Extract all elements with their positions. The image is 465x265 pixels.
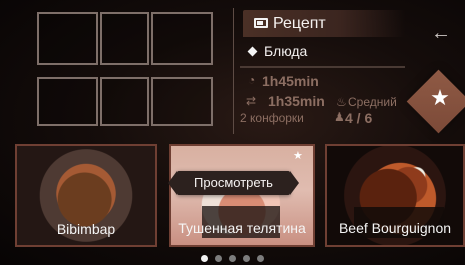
chef-hat-icon: ♨ xyxy=(336,95,347,109)
pagination-dot[interactable] xyxy=(243,255,250,262)
recipe-screen: Рецепт Блюда ← ◔ 1h45min ⇄ 1h35min ♨ Сре… xyxy=(0,0,465,265)
dishes-label: Блюда xyxy=(264,43,308,59)
diamond-icon xyxy=(247,46,258,56)
thumbnail-slot[interactable] xyxy=(100,12,149,65)
recipe-icon xyxy=(254,18,268,28)
cook-time-secondary: 1h35min xyxy=(268,93,325,109)
people-icon: ♟ xyxy=(334,110,345,124)
difficulty-label: Средний xyxy=(348,95,397,109)
timer-icon: ◔ xyxy=(248,73,256,87)
thumbnail-slot[interactable] xyxy=(151,77,213,126)
pagination-dot[interactable] xyxy=(215,255,222,262)
recipe-tab-label: Рецепт xyxy=(273,15,326,32)
recipe-card-title: Bibimbap xyxy=(56,220,116,237)
recipe-thumbnail-grid xyxy=(37,12,226,126)
thumbnail-slot[interactable] xyxy=(37,12,98,65)
pan-icon: ⇄ xyxy=(246,94,257,108)
recipe-card-bourguignon[interactable]: Beef Bourguignon xyxy=(325,144,465,247)
star-icon[interactable]: ★ xyxy=(293,151,303,162)
section-divider-vertical xyxy=(233,8,234,134)
back-arrow-icon[interactable]: ← xyxy=(431,23,451,43)
servings-label: 4 / 6 xyxy=(345,110,373,126)
burners-label: 2 конфорки xyxy=(240,111,304,125)
pagination-dot-active[interactable] xyxy=(201,255,208,262)
star-icon: ★ xyxy=(430,85,450,110)
recipe-tab[interactable]: Рецепт xyxy=(243,10,405,37)
pagination-dot[interactable] xyxy=(229,255,236,262)
view-button-label: Просмотреть xyxy=(194,175,273,190)
thumbnail-slot[interactable] xyxy=(37,77,98,126)
cook-time-primary: 1h45min xyxy=(262,73,319,89)
thumbnail-slot[interactable] xyxy=(151,12,213,65)
recipe-card-bibimbap[interactable]: Bibimbap xyxy=(15,144,157,247)
recipe-card-title: Beef Bourguignon xyxy=(338,219,452,236)
thumbnail-slot[interactable] xyxy=(100,77,149,126)
pagination-dots xyxy=(201,255,264,262)
recipe-card-title: Тушенная телятина xyxy=(178,219,306,236)
view-button[interactable]: Просмотреть xyxy=(168,171,299,195)
section-divider-horizontal xyxy=(240,66,405,68)
pagination-dot[interactable] xyxy=(257,255,264,262)
dishes-row[interactable]: Блюда xyxy=(247,43,308,59)
